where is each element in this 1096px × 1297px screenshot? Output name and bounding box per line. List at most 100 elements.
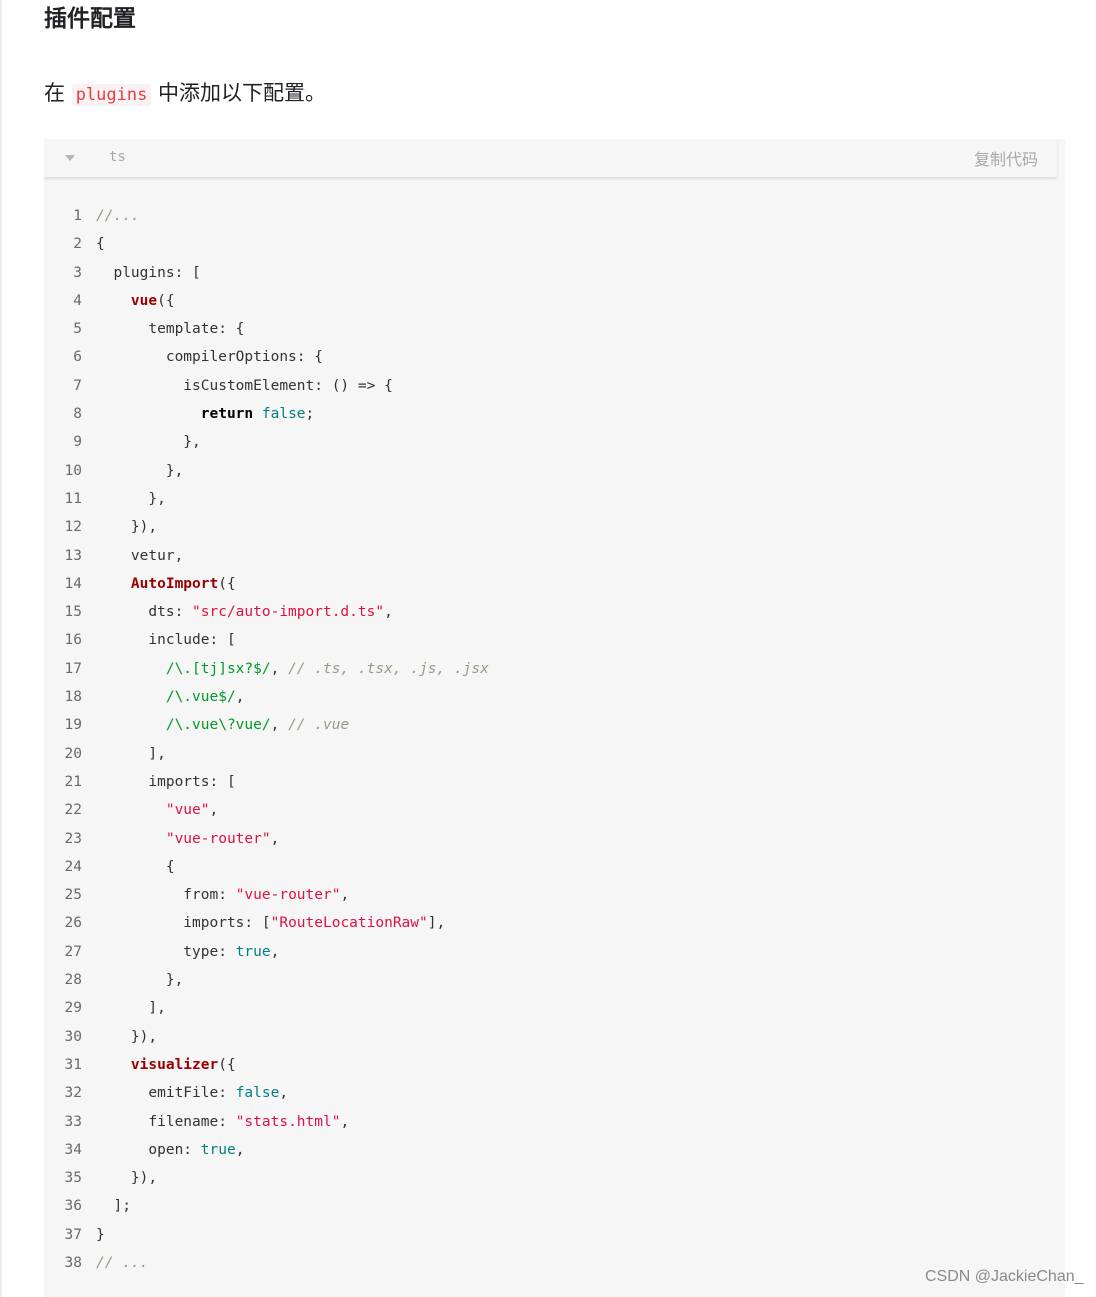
code-line: 21 imports: [ [44,768,1065,796]
line-code: dts: "src/auto-import.d.ts", [96,598,392,626]
line-number: 22 [64,802,82,819]
code-token: from: [96,887,236,904]
line-number: 19 [64,717,82,734]
code-line: 23 "vue-router", [44,825,1065,853]
code-token: // .vue [288,717,350,734]
line-code: imports: ["RouteLocationRaw"], [96,909,445,937]
line-number: 4 [73,292,82,309]
code-token: ({ [218,1056,236,1073]
line-code: vetur, [96,542,183,570]
code-line: 35 }), [44,1164,1065,1192]
intro-paragraph: 在 plugins 中添加以下配置。 [44,76,326,112]
code-token: , [340,1113,350,1130]
line-code: from: "vue-router", [96,881,349,909]
code-line: 25 from: "vue-router", [44,881,1065,909]
code-line: 10 }, [44,457,1065,485]
left-border [0,0,2,1297]
line-code: { [96,853,175,881]
section-heading: 插件配置 [44,6,136,32]
code-line: 14 AutoImport({ [44,570,1065,598]
code-token: ({ [157,292,175,309]
code-token: visualizer [130,1056,219,1073]
line-code: type: true, [96,938,279,966]
code-line: 33 filename: "stats.html", [44,1108,1065,1136]
line-code: { [96,230,105,258]
code-token: , [235,689,245,706]
line-number: 5 [73,321,82,338]
line-code: visualizer({ [96,1051,236,1079]
code-line: 32 emitFile: false, [44,1079,1065,1107]
line-number: 17 [64,660,82,677]
code-token: compilerOptions: { [96,349,323,366]
code-line: 2{ [44,230,1065,258]
code-token: "vue-router" [235,887,341,904]
code-token: true [200,1141,236,1158]
code-token: // ... [96,1254,149,1271]
line-code: open: true, [96,1136,244,1164]
code-token: AutoImport [130,575,219,592]
code-token: /\.vue$/ [165,689,236,706]
line-number: 8 [73,406,82,423]
code-line: 11 }, [44,485,1065,513]
code-line: 6 compilerOptions: { [44,343,1065,371]
copy-code-button[interactable]: 复制代码 [974,146,1038,170]
line-code: template: { [96,315,244,343]
intro-text-after: 中添加以下配置。 [158,81,327,105]
line-number: 1 [73,208,82,224]
code-token: // .ts, .tsx, .js, .jsx [288,660,489,677]
code-token: ], [96,1000,166,1017]
intro-text-before: 在 [44,81,65,105]
code-token: ; [305,406,315,423]
inline-code-plugins: plugins [71,84,152,106]
code-token: ], [96,745,166,762]
code-token: }), [96,519,158,536]
code-token: imports: [ [96,773,236,790]
code-line: 26 imports: ["RouteLocationRaw"], [44,909,1065,937]
line-code: /\.vue\?vue/, // .vue [96,711,349,739]
line-code: }, [96,428,201,456]
collapse-caret-icon[interactable] [65,155,75,161]
line-number: 30 [64,1028,82,1045]
code-token: }, [96,462,184,479]
code-line: 7 isCustomElement: () => { [44,372,1065,400]
line-code: include: [ [96,626,236,654]
line-code: ], [96,994,166,1022]
code-token: , [209,802,219,819]
code-token: , [279,1085,289,1102]
line-code: ], [96,740,166,768]
code-token: imports: [ [96,915,271,932]
code-token: include: [ [96,632,236,649]
code-token: , [270,660,289,677]
code-token: true [235,943,271,960]
code-token: "stats.html" [235,1113,341,1130]
code-line: 1 //... [44,202,1065,230]
line-code: plugins: [ [96,259,200,287]
line-code: AutoImport({ [96,570,236,598]
code-token: return [200,406,254,423]
code-token: "src/auto-import.d.ts" [192,604,385,621]
code-token: }, [96,972,184,989]
line-code: } [96,1221,105,1249]
code-line: 16 include: [ [44,626,1065,654]
line-number: 12 [64,519,82,536]
line-number: 9 [73,434,82,451]
line-code: return false; [96,400,315,428]
code-line: 13 vetur, [44,542,1065,570]
line-code: }), [96,1023,157,1051]
code-line: 34 open: true, [44,1136,1065,1164]
code-line: 8 return false; [44,400,1065,428]
code-token: }, [96,434,201,451]
code-token: vue [130,292,158,309]
line-number: 11 [64,490,82,507]
line-number: 27 [64,943,82,960]
code-body: 1//... 2{3 plugins: [4 vue({5 template: {… [44,202,1065,1277]
code-line: 30 }), [44,1023,1065,1051]
code-token: vetur, [96,547,184,564]
code-language-label: ts [109,149,126,165]
code-line: 15 dts: "src/auto-import.d.ts", [44,598,1065,626]
code-token: ({ [218,575,236,592]
